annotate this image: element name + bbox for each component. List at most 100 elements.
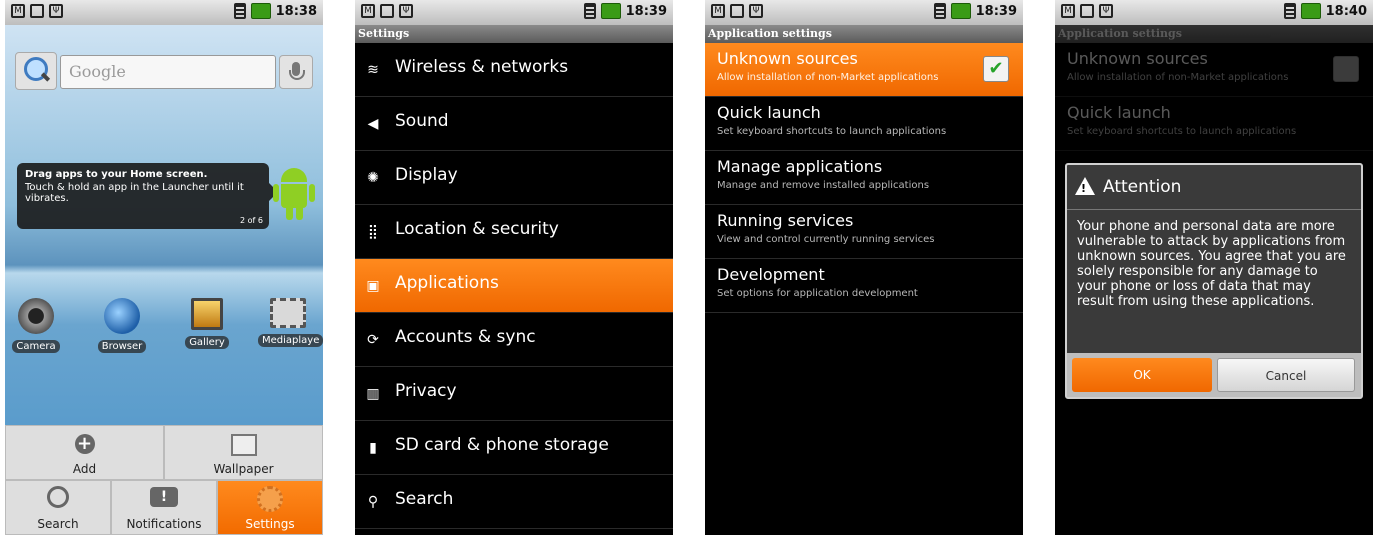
app-setting-development[interactable]: Development Set options for application d…: [705, 259, 1023, 313]
settings-item-location-security[interactable]: ⣿ Location & security: [355, 205, 673, 259]
status-bar[interactable]: M Ψ 18:38: [5, 0, 323, 25]
dialog-buttons: OK Cancel: [1067, 353, 1361, 397]
dialog-title: Attention: [1103, 177, 1182, 197]
wifi-icon: ≋: [367, 62, 379, 78]
settings-item-sound[interactable]: ◀ Sound: [355, 97, 673, 151]
gmail-notification-icon: M: [361, 4, 375, 18]
sync-icon: ⟳: [367, 332, 379, 348]
gear-icon: [257, 486, 283, 512]
tip-body: Touch & hold an app in the Launcher unti…: [25, 182, 244, 204]
tip-title: Drag apps to your Home screen.: [25, 169, 208, 180]
settings-item-label: Privacy: [395, 381, 457, 401]
search-icon[interactable]: [15, 52, 57, 90]
settings-item-display[interactable]: ✺ Display: [355, 151, 673, 205]
checkbox-checked-icon[interactable]: ✔: [983, 56, 1009, 82]
attention-dialog: ! Attention Your phone and personal data…: [1065, 163, 1363, 399]
app-mediaplayer[interactable]: Mediaplaye: [258, 298, 323, 347]
settings-item-sd-card-phone-storage[interactable]: ▮ SD card & phone storage: [355, 421, 673, 475]
settings-item-label: Applications: [395, 273, 499, 293]
gmail-notification-icon: M: [1061, 4, 1075, 18]
settings-button[interactable]: Settings: [217, 480, 323, 535]
page-title: Application settings: [705, 25, 1023, 43]
usb-notification-icon: Ψ: [399, 4, 413, 18]
camera-icon: [18, 298, 54, 334]
ok-button[interactable]: OK: [1072, 358, 1212, 392]
android-notification-icon: [1080, 4, 1094, 18]
battery-icon: [950, 3, 971, 19]
settings-item-label: Location & security: [395, 219, 559, 239]
status-bar[interactable]: M Ψ 18:40: [1055, 0, 1373, 25]
battery-icon: [600, 3, 621, 19]
app-browser[interactable]: Browser: [92, 298, 152, 353]
signal-icon: [1283, 3, 1296, 19]
search-input[interactable]: Google: [60, 55, 276, 89]
item-title: Quick launch: [717, 103, 821, 122]
settings-item-label: SD card & phone storage: [395, 435, 609, 455]
status-time: 18:39: [975, 3, 1017, 19]
item-subtitle: Set keyboard shortcuts to launch applica…: [717, 126, 947, 137]
brightness-icon: ✺: [367, 170, 379, 186]
microphone-icon[interactable]: [279, 55, 313, 89]
attention-dialog-screen: M Ψ 18:40 Application settings Unknown so…: [1055, 0, 1373, 535]
settings-item-privacy[interactable]: ▥ Privacy: [355, 367, 673, 421]
settings-item-label: Accounts & sync: [395, 327, 536, 347]
picture-icon: [230, 434, 257, 456]
dialog-header: ! Attention: [1067, 165, 1361, 210]
android-robot-icon[interactable]: [273, 168, 315, 224]
home-screen: M Ψ 18:38 Google Drag apps to your Home s…: [5, 0, 323, 535]
tip-page-indicator: 2 of 6: [240, 216, 263, 225]
add-button[interactable]: + Add: [5, 425, 164, 480]
item-title: Unknown sources: [717, 49, 858, 68]
cancel-button[interactable]: Cancel: [1217, 358, 1355, 392]
home-tip-bubble[interactable]: Drag apps to your Home screen. Touch & h…: [17, 163, 278, 229]
item-title: Running services: [717, 211, 854, 230]
settings-item-label: Wireless & networks: [395, 57, 569, 77]
settings-screen: M Ψ 18:39 Settings ≋ Wireless & networks ◀ S…: [355, 0, 673, 535]
usb-notification-icon: Ψ: [749, 4, 763, 18]
applications-icon: ▣: [366, 278, 380, 294]
app-setting-unknown-sources[interactable]: Unknown sources Allow installation of non…: [705, 43, 1023, 97]
item-subtitle: Allow installation of non-Market applica…: [717, 72, 939, 83]
speaker-icon: ◀: [367, 116, 379, 132]
status-time: 18:38: [275, 3, 317, 19]
app-setting-manage-applications[interactable]: Manage applications Manage and remove ins…: [705, 151, 1023, 205]
status-time: 18:40: [1325, 3, 1367, 19]
item-subtitle: Set options for application development: [717, 288, 918, 299]
page-title: Application settings: [1055, 25, 1373, 43]
settings-item-label: Search: [395, 489, 454, 509]
settings-item-label: Sound: [395, 111, 449, 131]
checkbox: [1333, 56, 1359, 82]
app-setting-quick-launch[interactable]: Quick launch Set keyboard shortcuts to la…: [705, 97, 1023, 151]
android-notification-icon: [730, 4, 744, 18]
google-search-widget[interactable]: Google: [13, 52, 315, 96]
notifications-button[interactable]: ! Notifications: [111, 480, 217, 535]
status-bar[interactable]: M Ψ 18:39: [355, 0, 673, 25]
search-icon: [47, 486, 69, 508]
dialog-message: Your phone and personal data are more vu…: [1077, 219, 1346, 309]
unknown-sources-item: Unknown sources Allow installation of no…: [1055, 43, 1373, 97]
gallery-icon: [191, 298, 223, 330]
settings-item-accounts-sync[interactable]: ⟳ Accounts & sync: [355, 313, 673, 367]
usb-notification-icon: Ψ: [1099, 4, 1113, 18]
film-icon: [270, 298, 306, 328]
status-bar[interactable]: M Ψ 18:39: [705, 0, 1023, 25]
grid-icon: ⣿: [367, 224, 379, 240]
gmail-notification-icon: M: [11, 4, 25, 18]
android-notification-icon: [380, 4, 394, 18]
app-setting-running-services[interactable]: Running services View and control current…: [705, 205, 1023, 259]
settings-item-search[interactable]: ⚲ Search: [355, 475, 673, 529]
app-camera[interactable]: Camera: [6, 298, 66, 353]
home-menu: + Add Wallpaper Search ! Notifications S…: [5, 425, 323, 535]
sdcard-icon: ▮: [369, 440, 377, 456]
settings-item-applications[interactable]: ▣ Applications: [355, 259, 673, 313]
search-button[interactable]: Search: [5, 480, 111, 535]
search-icon: ⚲: [367, 494, 379, 510]
signal-icon: [583, 3, 596, 19]
item-title: Manage applications: [717, 157, 883, 176]
item-subtitle: Manage and remove installed applications: [717, 180, 930, 191]
settings-item-wireless-networks[interactable]: ≋ Wireless & networks: [355, 43, 673, 97]
page-title: Settings: [355, 25, 673, 43]
app-gallery[interactable]: Gallery: [177, 298, 237, 349]
add-icon: +: [74, 434, 95, 454]
wallpaper-button[interactable]: Wallpaper: [164, 425, 323, 480]
